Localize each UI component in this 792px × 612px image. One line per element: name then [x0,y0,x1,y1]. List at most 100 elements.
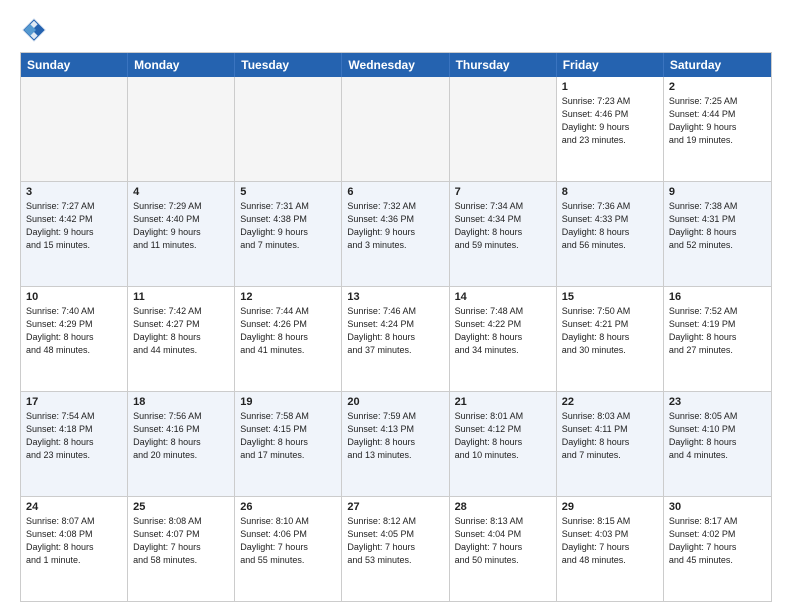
day-cell-10: 10 Sunrise: 7:40 AM Sunset: 4:29 PM Dayli… [21,287,128,391]
day-number: 18 [133,396,229,408]
calendar-row-4: 24Sunrise: 8:07 AM Sunset: 4:08 PM Dayli… [21,497,771,601]
weekday-header-saturday: Saturday [664,53,771,77]
day-cell-7: 7 Sunrise: 7:34 AM Sunset: 4:34 PM Daylig… [450,182,557,286]
day-number: 14 [455,291,551,303]
day-info: Sunrise: 7:23 AM Sunset: 4:46 PM Dayligh… [562,95,658,147]
day-info: Sunrise: 7:44 AM Sunset: 4:26 PM Dayligh… [240,305,336,357]
day-info: Sunrise: 7:48 AM Sunset: 4:22 PM Dayligh… [455,305,551,357]
day-number: 19 [240,396,336,408]
calendar-container: SundayMondayTuesdayWednesdayThursdayFrid… [20,52,772,602]
day-number: 23 [669,396,766,408]
day-info: Sunrise: 7:31 AM Sunset: 4:38 PM Dayligh… [240,200,336,252]
day-info: Sunrise: 8:15 AM Sunset: 4:03 PM Dayligh… [562,515,658,567]
empty-cell [235,77,342,181]
day-number: 20 [347,396,443,408]
day-cell-17: 17Sunrise: 7:54 AM Sunset: 4:18 PM Dayli… [21,392,128,496]
day-cell-29: 29 Sunrise: 8:15 AM Sunset: 4:03 PM Dayli… [557,497,664,601]
day-info: Sunrise: 7:40 AM Sunset: 4:29 PM Dayligh… [26,305,122,357]
empty-cell [342,77,449,181]
day-info: Sunrise: 7:36 AM Sunset: 4:33 PM Dayligh… [562,200,658,252]
header [20,16,772,44]
day-info: Sunrise: 7:27 AM Sunset: 4:42 PM Dayligh… [26,200,122,252]
day-number: 27 [347,501,443,513]
day-info: Sunrise: 7:56 AM Sunset: 4:16 PM Dayligh… [133,410,229,462]
logo-icon [20,16,48,44]
day-number: 25 [133,501,229,513]
day-cell-3: 3 Sunrise: 7:27 AM Sunset: 4:42 PM Daylig… [21,182,128,286]
day-info: Sunrise: 7:59 AM Sunset: 4:13 PM Dayligh… [347,410,443,462]
day-info: Sunrise: 8:17 AM Sunset: 4:02 PM Dayligh… [669,515,766,567]
logo [20,16,52,44]
day-number: 30 [669,501,766,513]
day-cell-24: 24Sunrise: 8:07 AM Sunset: 4:08 PM Dayli… [21,497,128,601]
day-info: Sunrise: 7:54 AM Sunset: 4:18 PM Dayligh… [26,410,122,462]
calendar-row-0: 1 Sunrise: 7:23 AM Sunset: 4:46 PM Daylig… [21,77,771,182]
day-cell-25: 25 Sunrise: 8:08 AM Sunset: 4:07 PM Dayli… [128,497,235,601]
day-number: 2 [669,81,766,93]
day-info: Sunrise: 8:03 AM Sunset: 4:11 PM Dayligh… [562,410,658,462]
day-number: 12 [240,291,336,303]
page: SundayMondayTuesdayWednesdayThursdayFrid… [0,0,792,612]
day-number: 28 [455,501,551,513]
day-number: 29 [562,501,658,513]
day-number: 7 [455,186,551,198]
day-number: 15 [562,291,658,303]
day-number: 10 [26,291,122,303]
day-cell-4: 4 Sunrise: 7:29 AM Sunset: 4:40 PM Daylig… [128,182,235,286]
day-cell-30: 30 Sunrise: 8:17 AM Sunset: 4:02 PM Dayli… [664,497,771,601]
day-cell-27: 27 Sunrise: 8:12 AM Sunset: 4:05 PM Dayli… [342,497,449,601]
day-cell-11: 11Sunrise: 7:42 AM Sunset: 4:27 PM Dayli… [128,287,235,391]
weekday-header-wednesday: Wednesday [342,53,449,77]
day-cell-2: 2 Sunrise: 7:25 AM Sunset: 4:44 PM Daylig… [664,77,771,181]
day-cell-19: 19 Sunrise: 7:58 AM Sunset: 4:15 PM Dayli… [235,392,342,496]
day-info: Sunrise: 8:05 AM Sunset: 4:10 PM Dayligh… [669,410,766,462]
day-info: Sunrise: 8:10 AM Sunset: 4:06 PM Dayligh… [240,515,336,567]
day-cell-21: 21Sunrise: 8:01 AM Sunset: 4:12 PM Dayli… [450,392,557,496]
day-number: 8 [562,186,658,198]
weekday-header-sunday: Sunday [21,53,128,77]
day-cell-28: 28 Sunrise: 8:13 AM Sunset: 4:04 PM Dayli… [450,497,557,601]
day-info: Sunrise: 8:01 AM Sunset: 4:12 PM Dayligh… [455,410,551,462]
day-info: Sunrise: 8:08 AM Sunset: 4:07 PM Dayligh… [133,515,229,567]
weekday-header-monday: Monday [128,53,235,77]
day-info: Sunrise: 7:29 AM Sunset: 4:40 PM Dayligh… [133,200,229,252]
day-cell-1: 1 Sunrise: 7:23 AM Sunset: 4:46 PM Daylig… [557,77,664,181]
day-number: 11 [133,291,229,303]
empty-cell [128,77,235,181]
day-number: 9 [669,186,766,198]
weekday-header-tuesday: Tuesday [235,53,342,77]
day-cell-13: 13Sunrise: 7:46 AM Sunset: 4:24 PM Dayli… [342,287,449,391]
day-number: 22 [562,396,658,408]
day-cell-5: 5 Sunrise: 7:31 AM Sunset: 4:38 PM Daylig… [235,182,342,286]
calendar-header: SundayMondayTuesdayWednesdayThursdayFrid… [21,53,771,77]
weekday-header-friday: Friday [557,53,664,77]
day-number: 13 [347,291,443,303]
empty-cell [450,77,557,181]
day-cell-16: 16 Sunrise: 7:52 AM Sunset: 4:19 PM Dayli… [664,287,771,391]
day-number: 16 [669,291,766,303]
day-number: 6 [347,186,443,198]
day-info: Sunrise: 7:52 AM Sunset: 4:19 PM Dayligh… [669,305,766,357]
calendar-row-1: 3 Sunrise: 7:27 AM Sunset: 4:42 PM Daylig… [21,182,771,287]
day-cell-6: 6 Sunrise: 7:32 AM Sunset: 4:36 PM Daylig… [342,182,449,286]
day-number: 3 [26,186,122,198]
day-cell-14: 14 Sunrise: 7:48 AM Sunset: 4:22 PM Dayli… [450,287,557,391]
empty-cell [21,77,128,181]
day-cell-18: 18 Sunrise: 7:56 AM Sunset: 4:16 PM Dayli… [128,392,235,496]
day-info: Sunrise: 7:25 AM Sunset: 4:44 PM Dayligh… [669,95,766,147]
day-cell-22: 22 Sunrise: 8:03 AM Sunset: 4:11 PM Dayli… [557,392,664,496]
weekday-header-thursday: Thursday [450,53,557,77]
day-info: Sunrise: 7:32 AM Sunset: 4:36 PM Dayligh… [347,200,443,252]
calendar-body: 1 Sunrise: 7:23 AM Sunset: 4:46 PM Daylig… [21,77,771,601]
day-cell-20: 20 Sunrise: 7:59 AM Sunset: 4:13 PM Dayli… [342,392,449,496]
day-number: 4 [133,186,229,198]
day-number: 5 [240,186,336,198]
day-info: Sunrise: 8:13 AM Sunset: 4:04 PM Dayligh… [455,515,551,567]
day-number: 26 [240,501,336,513]
day-number: 1 [562,81,658,93]
day-info: Sunrise: 7:58 AM Sunset: 4:15 PM Dayligh… [240,410,336,462]
calendar-row-2: 10 Sunrise: 7:40 AM Sunset: 4:29 PM Dayli… [21,287,771,392]
day-info: Sunrise: 8:12 AM Sunset: 4:05 PM Dayligh… [347,515,443,567]
day-cell-26: 26 Sunrise: 8:10 AM Sunset: 4:06 PM Dayli… [235,497,342,601]
day-info: Sunrise: 7:34 AM Sunset: 4:34 PM Dayligh… [455,200,551,252]
